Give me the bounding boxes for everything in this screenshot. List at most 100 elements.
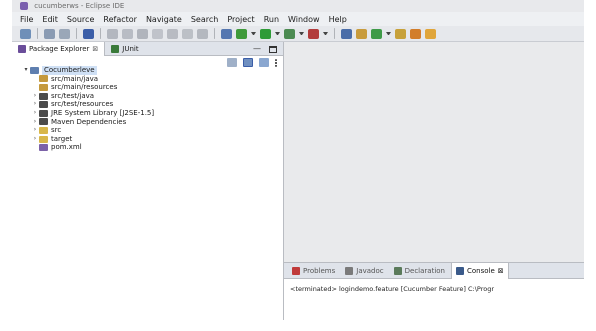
coverage-icon[interactable] [284,28,295,39]
toolbar-separator [37,28,38,39]
search-icon[interactable] [410,28,421,39]
menu-edit[interactable]: Edit [42,15,58,24]
menu-source[interactable]: Source [67,15,94,24]
tree-item-label: JRE System Library [J2SE-1.5] [51,108,155,117]
resume-icon[interactable] [122,28,133,39]
package-explorer-view: Package Explorer ⊠ JUnit — ▾ Cocumberleve… [12,41,284,320]
tree-item-label: Maven Dependencies [51,117,127,126]
toolbar-separator [76,28,77,39]
tab-label: Javadoc [356,266,384,275]
tree-item-label: src/test/java [51,91,95,100]
xml-file-icon [39,144,48,152]
tab-console[interactable]: Console ⊠ [451,262,509,279]
tab-label: Console [467,266,495,275]
source-folder-icon [39,101,48,109]
menu-file[interactable]: File [20,15,33,24]
bottom-tab-bar: Problems Javadoc Declaration Console ⊠ [284,262,584,279]
debug-icon[interactable] [236,28,247,39]
view-tab-bar: Package Explorer ⊠ JUnit — [12,41,283,56]
new-java-project-icon[interactable] [341,28,352,39]
save-icon[interactable] [44,28,55,39]
tab-package-explorer[interactable]: Package Explorer ⊠ [12,41,106,56]
tree-item[interactable]: src/main/java [22,75,154,84]
tree-item[interactable]: › target [22,135,154,144]
tree-item-label: src/main/java [51,74,99,83]
eclipse-logo-icon [20,2,28,10]
toolbar-separator [214,28,215,39]
external-tools-icon[interactable] [308,28,319,39]
next-annotation-icon[interactable] [425,28,436,39]
maximize-icon[interactable] [269,46,277,53]
skip-icon[interactable] [107,28,118,39]
tree-item[interactable]: › src [22,126,154,135]
step-return-icon[interactable] [197,28,208,39]
tree-item[interactable]: src/main/resources [22,83,154,92]
collapsed-arrow-icon[interactable]: › [31,100,39,109]
menu-project[interactable]: Project [227,15,254,24]
tab-javadoc[interactable]: Javadoc [341,263,387,279]
menu-refactor[interactable]: Refactor [103,15,137,24]
open-type-icon[interactable] [395,28,406,39]
console-output: <terminated> logindemo.feature [Cucumber… [290,285,495,293]
terminate-icon[interactable] [152,28,163,39]
run-icon[interactable] [260,28,271,39]
dropdown-arrow-icon[interactable] [251,31,256,36]
java-perspective-icon[interactable] [221,28,232,39]
filter-icon[interactable] [259,58,269,67]
menu-navigate[interactable]: Navigate [146,15,182,24]
dropdown-arrow-icon[interactable] [275,31,280,36]
tab-label: Package Explorer [29,44,90,53]
minimize-icon[interactable]: — [253,44,261,53]
tree-item-label: pom.xml [51,143,82,152]
suspend-icon[interactable] [137,28,148,39]
view-menu-icon[interactable] [275,58,277,67]
tree-item[interactable]: › src/test/java [22,92,154,101]
step-over-icon[interactable] [182,28,193,39]
toolbar-separator [334,28,335,39]
new-class-icon[interactable] [371,28,382,39]
tree-item-label: src [51,126,62,135]
tab-problems[interactable]: Problems [288,263,339,279]
collapse-all-icon[interactable] [227,58,237,67]
step-into-icon[interactable] [167,28,178,39]
collapsed-arrow-icon[interactable]: › [31,126,39,135]
close-icon[interactable]: ⊠ [498,267,504,275]
new-package-icon[interactable] [356,28,367,39]
tree-item[interactable]: pom.xml [22,143,154,152]
tab-declaration[interactable]: Declaration [390,263,449,279]
console-icon [456,266,464,275]
folder-icon [39,126,48,134]
tree-item[interactable]: › src/test/resources [22,100,154,109]
tree-item[interactable]: ▾ Cocumberleve [22,66,154,75]
collapsed-arrow-icon[interactable]: › [31,109,39,118]
menu-run[interactable]: Run [264,15,279,24]
collapsed-arrow-icon[interactable]: › [31,118,39,127]
close-icon[interactable]: ⊠ [92,45,98,53]
main-toolbar [12,26,584,42]
dropdown-arrow-icon[interactable] [386,31,391,36]
menu-window[interactable]: Window [288,15,320,24]
menu-help[interactable]: Help [329,15,347,24]
library-icon [39,109,48,117]
view-toolbar [227,58,277,67]
tree-item-label: src/main/resources [51,83,118,92]
expanded-arrow-icon[interactable]: ▾ [22,66,30,75]
source-folder-icon [39,92,48,100]
tree-item[interactable]: › JRE System Library [J2SE-1.5] [22,109,154,118]
tab-label: Problems [303,266,336,275]
project-tree: ▾ Cocumberleve src/main/java src/main/resou… [22,66,154,152]
dropdown-arrow-icon[interactable] [323,31,328,36]
menu-search[interactable]: Search [191,15,218,24]
tab-junit[interactable]: JUnit [105,42,144,56]
junit-icon [111,44,120,53]
cursor-icon[interactable] [83,28,94,39]
collapsed-arrow-icon[interactable]: › [31,135,39,144]
dropdown-arrow-icon[interactable] [299,31,304,36]
collapsed-arrow-icon[interactable]: › [31,92,39,101]
save-all-icon[interactable] [59,28,70,39]
tree-item[interactable]: › Maven Dependencies [22,118,154,127]
source-folder-icon [39,83,48,91]
new-icon[interactable] [20,28,31,39]
link-with-editor-icon[interactable] [243,58,253,67]
tree-item-label: src/test/resources [51,100,114,109]
